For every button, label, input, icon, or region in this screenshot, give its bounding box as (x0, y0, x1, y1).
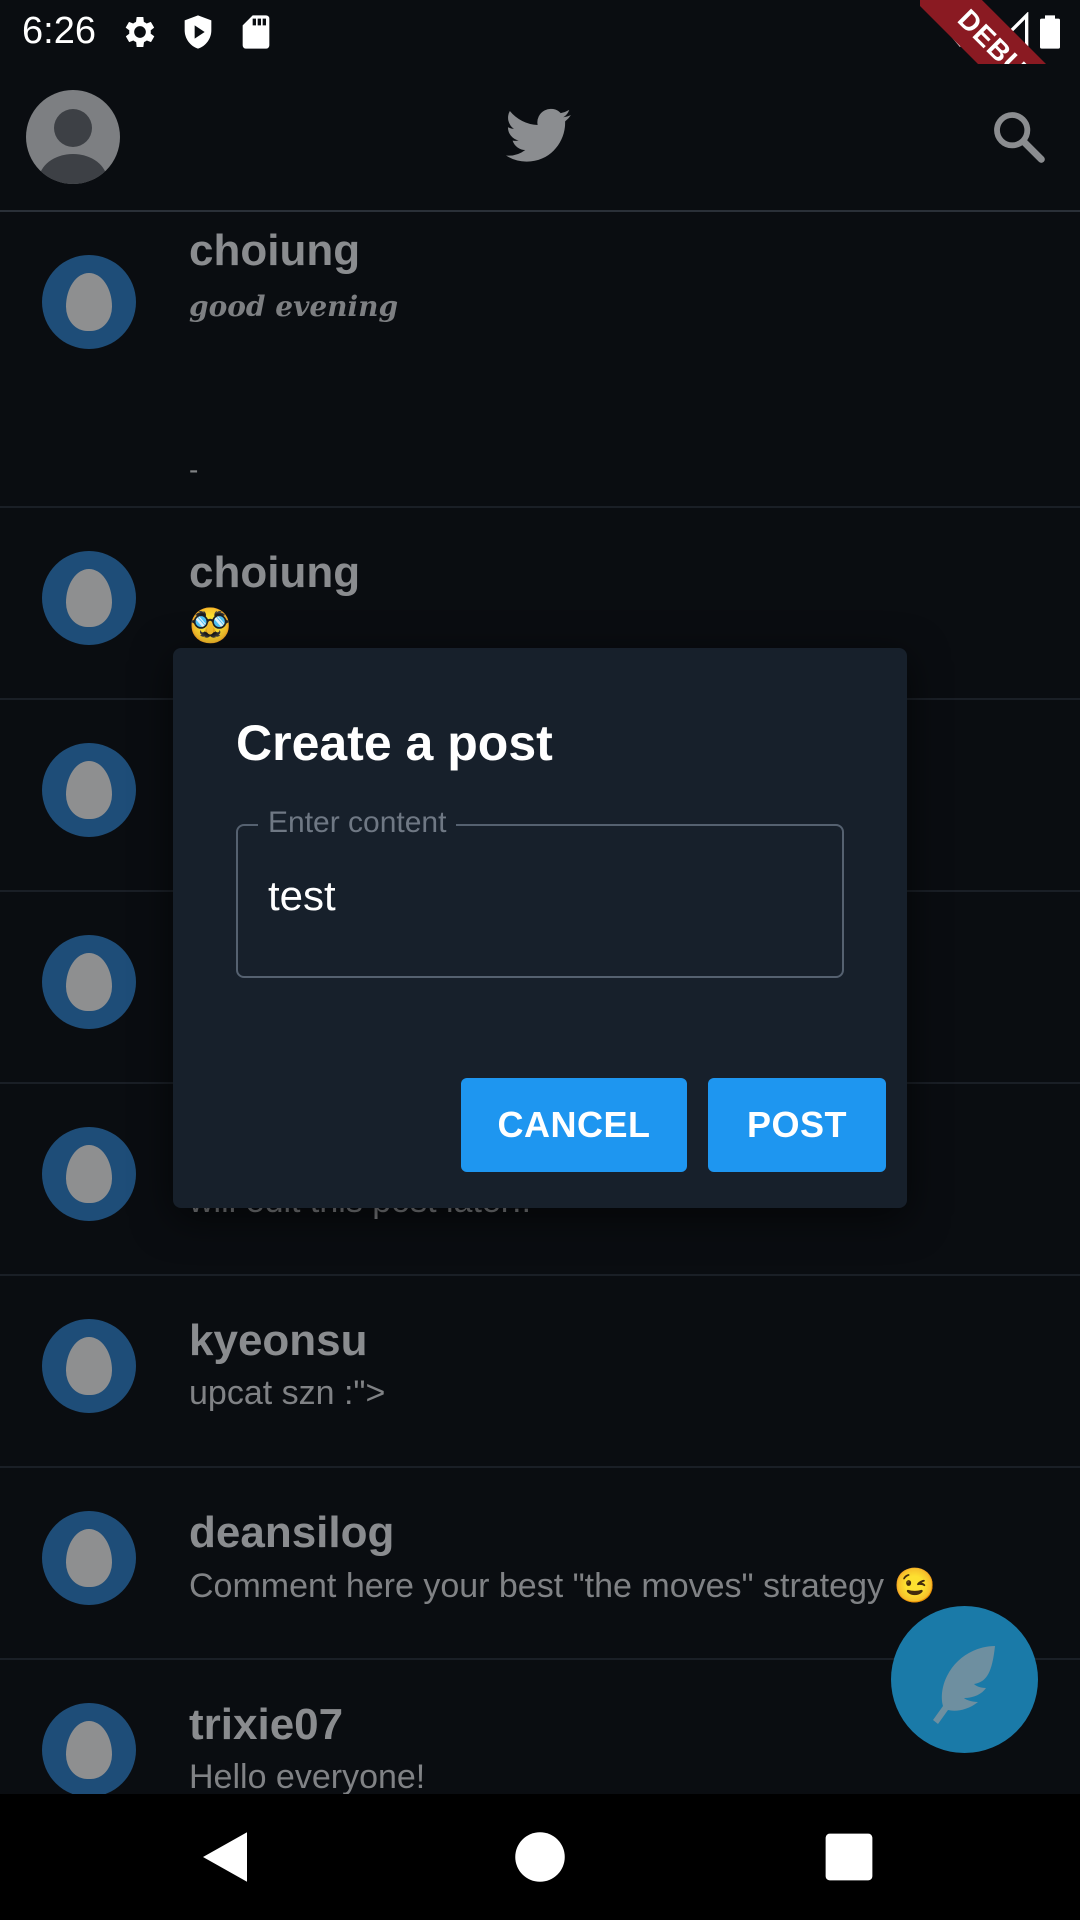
post-content: upcat szn :"> (189, 1374, 386, 1412)
content-input-label: Enter content (258, 806, 457, 840)
egg-avatar (42, 743, 136, 837)
egg-avatar (42, 935, 136, 1029)
post-username: kyeonsu (189, 1316, 368, 1365)
egg-avatar (42, 1319, 136, 1413)
search-icon[interactable] (990, 108, 1046, 164)
avatar[interactable] (26, 90, 120, 184)
cancel-button[interactable]: CANCEL (461, 1078, 687, 1172)
shield-icon (184, 15, 212, 49)
egg-avatar (42, 1703, 136, 1794)
app-bar (0, 64, 1080, 212)
post-username: choiung (189, 548, 361, 597)
compose-fab[interactable] (891, 1606, 1038, 1753)
post-extra: - (189, 454, 199, 485)
post-content: good evening (189, 290, 399, 323)
dialog-title: Create a post (236, 715, 553, 771)
egg-avatar (42, 255, 136, 349)
post-item[interactable]: choiung good evening - (0, 212, 1080, 508)
back-icon[interactable] (192, 1824, 258, 1890)
gear-icon (125, 17, 155, 47)
content-input[interactable]: Enter content test (236, 806, 844, 978)
egg-avatar (42, 1127, 136, 1221)
post-username: deansilog (189, 1508, 395, 1557)
twitter-bird-icon (506, 108, 571, 162)
status-bar: 6:26 DEBUG (0, 0, 1080, 160)
post-button[interactable]: POST (708, 1078, 886, 1172)
post-content: Hello everyone! (189, 1758, 426, 1794)
post-item[interactable]: kyeonsu upcat szn :"> (0, 1276, 1080, 1468)
person-icon (39, 109, 107, 184)
content-input-value[interactable]: test (268, 872, 336, 920)
post-username: trixie07 (189, 1700, 344, 1749)
egg-avatar (42, 551, 136, 645)
post-username: choiung (189, 226, 361, 275)
post-content: Comment here your best "the moves" strat… (189, 1567, 936, 1605)
post-content: 🥸 (189, 607, 232, 645)
navigation-bar (0, 1794, 1080, 1920)
create-post-dialog: Create a post Enter content test CANCEL … (173, 648, 907, 1208)
feather-icon (933, 1646, 995, 1724)
home-icon[interactable] (507, 1824, 573, 1890)
status-time: 6:26 (22, 10, 96, 52)
sd-card-icon (242, 15, 270, 49)
egg-avatar (42, 1511, 136, 1605)
recents-icon[interactable] (816, 1824, 882, 1890)
